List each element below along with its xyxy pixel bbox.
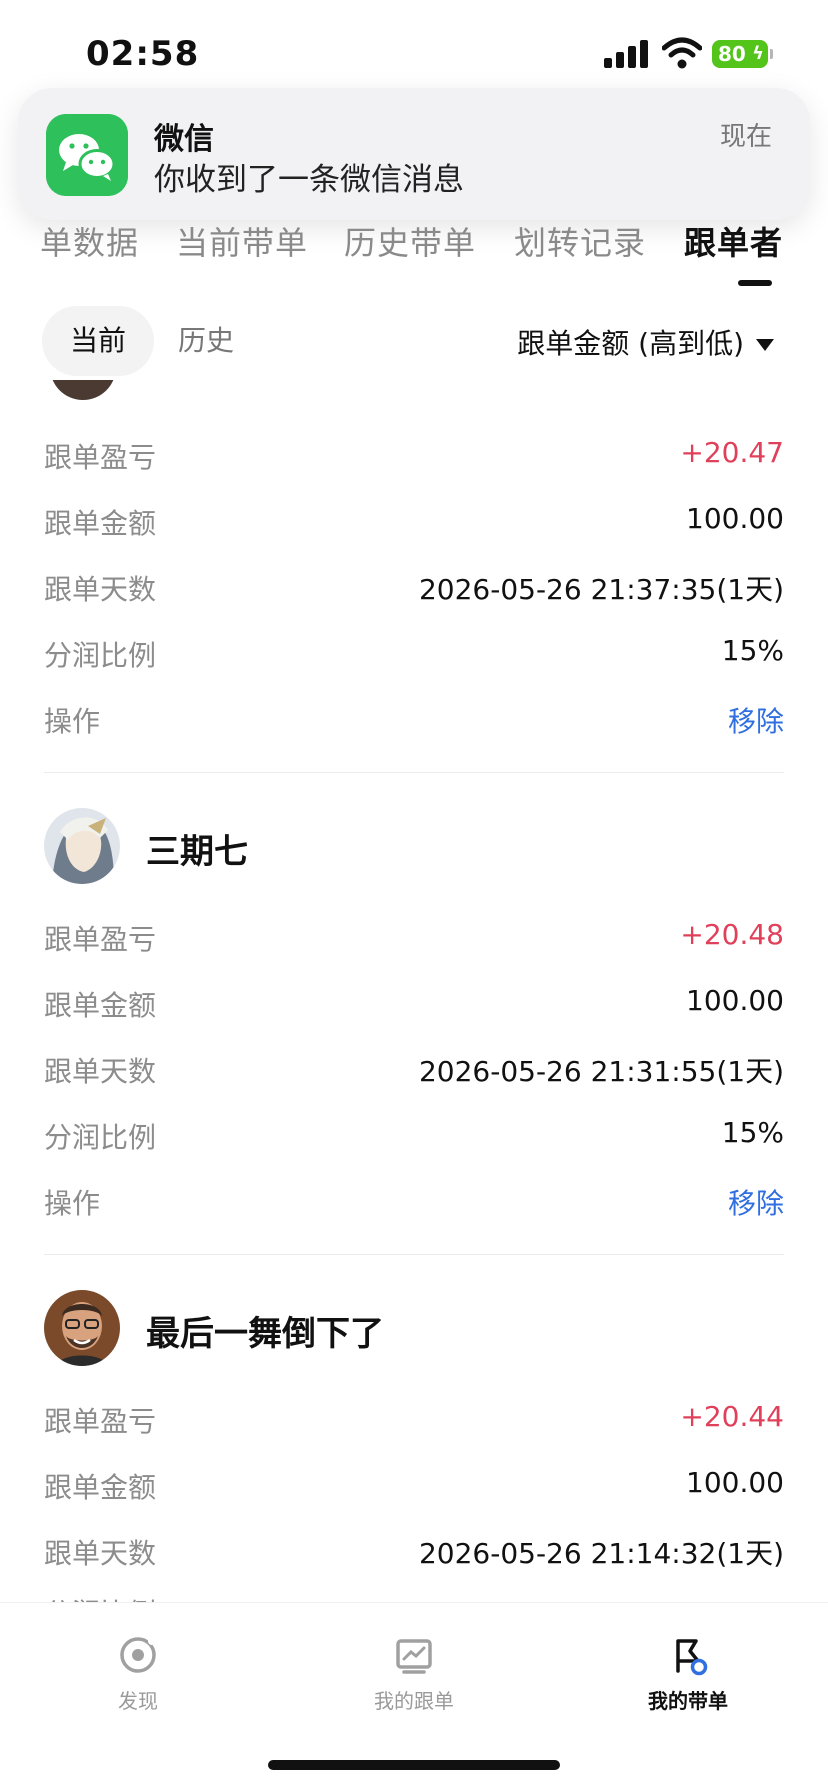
wechat-notification[interactable]: 微信 你收到了一条微信消息 现在 (18, 88, 810, 220)
tab-order-data[interactable]: 单数据 (40, 218, 139, 264)
amount-row: 跟单金额 100.00 (44, 1466, 784, 1506)
follower-name: 最后一舞倒下了 (146, 1314, 384, 1354)
days-row: 跟单天数 2026-05-26 21:37:35(1天) (44, 568, 784, 608)
share-row: 分润比例 15% (44, 1116, 784, 1156)
nav-label: 我的带单 (648, 1689, 728, 1713)
status-time: 02:58 (86, 34, 200, 74)
nav-label: 发现 (118, 1689, 158, 1713)
days-value: 2026-05-26 21:37:35(1天) (418, 573, 784, 606)
amount-value: 100.00 (686, 1466, 784, 1499)
action-row: 操作 移除 (44, 700, 784, 740)
share-label: 分润比例 (44, 639, 157, 672)
days-row: 跟单天数 2026-05-26 21:14:32(1天) (44, 1532, 784, 1572)
amount-value: 100.00 (686, 502, 784, 535)
follower-list: 跟单盈亏 +20.47 跟单金额 100.00 跟单天数 2026-05-26 … (0, 380, 828, 1602)
share-row: 分润比例 15% (44, 634, 784, 674)
share-row: 分润比例 (44, 1592, 784, 1602)
segment-current[interactable]: 当前 (42, 306, 155, 376)
notification-message: 你收到了一条微信消息 (154, 162, 464, 198)
amount-value: 100.00 (686, 984, 784, 1017)
remove-button[interactable]: 移除 (728, 1182, 784, 1222)
filter-bar: 当前 历史 跟单金额 (高到低) (0, 300, 828, 380)
avatar (44, 808, 120, 884)
notification-time: 现在 (719, 122, 772, 152)
divider (44, 772, 784, 773)
pnl-row: 跟单盈亏 +20.44 (44, 1400, 784, 1440)
amount-row: 跟单金额 100.00 (44, 984, 784, 1024)
chart-icon (396, 1639, 432, 1674)
caret-down-icon (756, 339, 774, 351)
sort-label: 跟单金额 (高到低) (517, 327, 744, 360)
pnl-label: 跟单盈亏 (44, 923, 157, 956)
action-label: 操作 (44, 705, 101, 738)
amount-row: 跟单金额 100.00 (44, 502, 784, 542)
days-label: 跟单天数 (44, 573, 157, 606)
action-label: 操作 (44, 1187, 101, 1220)
days-label: 跟单天数 (44, 1537, 157, 1570)
divider (44, 1254, 784, 1255)
nav-my-lead[interactable]: 我的带单 (608, 1633, 768, 1714)
home-indicator (268, 1760, 560, 1770)
nav-my-follow[interactable]: 我的跟单 (334, 1633, 494, 1714)
pnl-value: +20.48 (680, 918, 784, 951)
amount-label: 跟单金额 (44, 989, 157, 1022)
sort-dropdown[interactable]: 跟单金额 (高到低) (517, 322, 774, 362)
days-row: 跟单天数 2026-05-26 21:31:55(1天) (44, 1050, 784, 1090)
amount-label: 跟单金额 (44, 1471, 157, 1504)
notification-app-name: 微信 (154, 122, 214, 157)
avatar (50, 380, 116, 400)
battery-icon: 80 ϟ (712, 40, 773, 68)
pnl-label: 跟单盈亏 (44, 441, 157, 474)
flag-icon (676, 1639, 708, 1676)
tab-current-lead[interactable]: 当前带单 (176, 218, 308, 264)
days-value: 2026-05-26 21:14:32(1天) (418, 1537, 784, 1570)
tab-followers[interactable]: 跟单者 (684, 218, 783, 264)
share-value: 15% (721, 1116, 784, 1149)
avatar (44, 1290, 120, 1366)
remove-button[interactable]: 移除 (728, 700, 784, 740)
pnl-label: 跟单盈亏 (44, 1405, 157, 1438)
top-tabs: 单数据 当前带单 历史带单 划转记录 跟单者 (0, 218, 828, 278)
pnl-row: 跟单盈亏 +20.47 (44, 436, 784, 476)
charging-bolt-icon: ϟ (752, 43, 764, 64)
discover-icon (120, 1637, 156, 1673)
action-row: 操作 移除 (44, 1182, 784, 1222)
wechat-app-icon (46, 114, 128, 196)
pnl-value: +20.44 (680, 1400, 784, 1433)
segment-history[interactable]: 历史 (150, 306, 262, 376)
share-label: 分润比例 (44, 1121, 157, 1154)
tab-transfer-records[interactable]: 划转记录 (514, 218, 646, 264)
follower-name: 三期七 (146, 832, 248, 872)
share-value: 15% (721, 634, 784, 667)
amount-label: 跟单金额 (44, 507, 157, 540)
nav-discover[interactable]: 发现 (58, 1633, 218, 1714)
cellular-signal-icon (604, 40, 648, 68)
wifi-icon (662, 37, 702, 69)
pnl-row: 跟单盈亏 +20.48 (44, 918, 784, 958)
nav-label: 我的跟单 (374, 1689, 454, 1713)
days-value: 2026-05-26 21:31:55(1天) (418, 1055, 784, 1088)
share-label: 分润比例 (44, 1592, 156, 1602)
tab-history-lead[interactable]: 历史带单 (344, 218, 476, 264)
pnl-value: +20.47 (680, 436, 784, 469)
battery-level: 80 (718, 42, 746, 66)
status-bar: 02:58 80 ϟ (0, 0, 828, 100)
days-label: 跟单天数 (44, 1055, 157, 1088)
active-tab-indicator (738, 280, 772, 286)
